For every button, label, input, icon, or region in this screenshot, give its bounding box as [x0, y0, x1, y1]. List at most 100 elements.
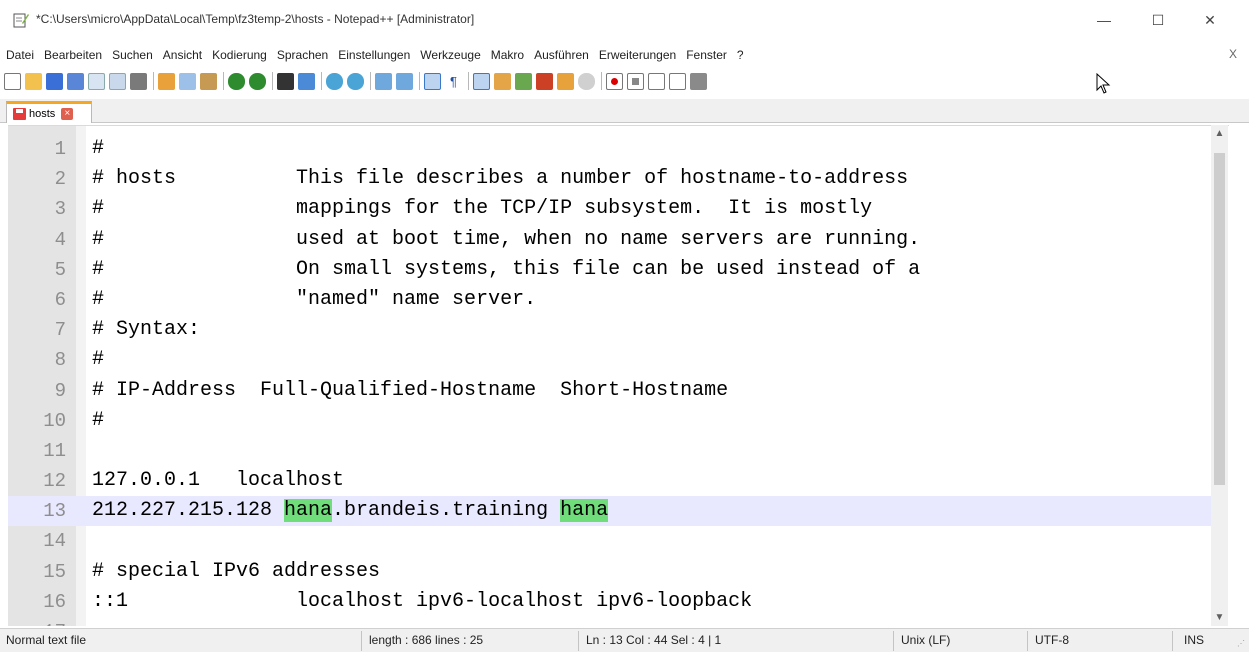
- menu-item-kodierung[interactable]: Kodierung: [212, 48, 267, 62]
- scroll-down-icon[interactable]: ▼: [1211, 609, 1228, 626]
- zoom-out-icon[interactable]: [347, 72, 364, 90]
- text-editor[interactable]: 1 #2 # hosts This file describes a number …: [8, 125, 1229, 626]
- code-line[interactable]: 15 # special IPv6 addresses: [8, 557, 1211, 587]
- current-line[interactable]: 13 212.227.215.128 hana.brandeis.training…: [8, 496, 1211, 527]
- code-line[interactable]: 6 # "named" name server.: [8, 285, 1211, 315]
- text-segment: ::1 localhost ipv6-localhost ipv6-loopba…: [92, 589, 753, 613]
- code-line[interactable]: 3 # mappings for the TCP/IP subsystem. It…: [8, 194, 1211, 224]
- resize-grip-icon[interactable]: ⋰: [1237, 639, 1245, 648]
- line-text: # "named" name server.: [92, 285, 536, 315]
- code-line[interactable]: 9 # IP-Address Full-Qualified-Hostname Sh…: [8, 376, 1211, 406]
- line-text: # used at boot time, when no name server…: [92, 225, 920, 255]
- menu-item-ausfuehren[interactable]: Ausführen: [534, 48, 589, 62]
- code-line[interactable]: 1 #: [8, 134, 1211, 164]
- word-wrap-icon[interactable]: [424, 72, 441, 90]
- line-number: 12: [43, 470, 66, 493]
- close-icon: ✕: [1204, 11, 1216, 28]
- text-segment: 212.227.215.128: [92, 499, 285, 523]
- sync-vertical-icon[interactable]: [375, 72, 392, 90]
- redo-icon[interactable]: [249, 72, 266, 90]
- maximize-button[interactable]: ☐: [1135, 0, 1181, 40]
- text-segment: # "named" name server.: [92, 287, 537, 311]
- status-divider: [893, 631, 894, 651]
- close-window-button[interactable]: ✕: [1187, 0, 1233, 40]
- find-icon[interactable]: [277, 72, 294, 90]
- menu-item-makro[interactable]: Makro: [491, 48, 524, 62]
- folder-workspace-icon[interactable]: [557, 72, 574, 90]
- menu-item-suchen[interactable]: Suchen: [112, 48, 153, 62]
- menu-item-bearbeiten[interactable]: Bearbeiten: [44, 48, 102, 62]
- text-segment: # On small systems, this file can be use…: [92, 257, 921, 281]
- code-line[interactable]: 17: [8, 617, 1211, 626]
- tab-hosts[interactable]: hosts ×: [6, 101, 92, 123]
- save-macro-icon[interactable]: [690, 72, 707, 90]
- record-macro-icon[interactable]: [606, 72, 623, 90]
- code-line[interactable]: 11: [8, 436, 1211, 466]
- close-document-button[interactable]: X: [1229, 47, 1237, 61]
- code-line[interactable]: 8 #: [8, 345, 1211, 375]
- code-line[interactable]: 7 # Syntax:: [8, 315, 1211, 345]
- code-line[interactable]: 16::1 localhost ipv6-localhost ipv6-loop…: [8, 587, 1211, 617]
- open-file-icon[interactable]: [25, 72, 42, 90]
- code-line[interactable]: 5 # On small systems, this file can be us…: [8, 255, 1211, 285]
- sync-horizontal-icon[interactable]: [396, 72, 413, 90]
- print-icon[interactable]: [130, 72, 147, 90]
- menu-item-sprachen[interactable]: Sprachen: [277, 48, 328, 62]
- cut-icon[interactable]: [158, 72, 175, 90]
- toolbar-separator: [419, 72, 420, 90]
- toolbar-separator: [223, 72, 224, 90]
- text-segment: # hosts This file describes a number of …: [92, 167, 909, 191]
- scroll-up-icon[interactable]: ▲: [1211, 125, 1228, 142]
- status-divider: [1027, 631, 1028, 651]
- minimize-button[interactable]: —: [1081, 0, 1127, 40]
- copy-icon[interactable]: [179, 72, 196, 90]
- save-all-icon[interactable]: [67, 72, 84, 90]
- run-multiple-macro-icon[interactable]: [669, 72, 686, 90]
- vertical-scrollbar[interactable]: ▲ ▼: [1211, 125, 1228, 626]
- status-encoding[interactable]: UTF-8: [1035, 633, 1069, 647]
- stop-record-icon[interactable]: [627, 72, 644, 90]
- code-line[interactable]: 12 127.0.0.1 localhost: [8, 466, 1211, 496]
- window-title: *C:\Users\micro\AppData\Local\Temp\fz3te…: [36, 12, 475, 26]
- replace-icon[interactable]: [298, 72, 315, 90]
- close-icon[interactable]: [88, 72, 105, 90]
- status-eol[interactable]: Unix (LF): [901, 633, 950, 647]
- close-all-icon[interactable]: [109, 72, 126, 90]
- line-number: 7: [54, 319, 66, 342]
- function-list-icon[interactable]: [536, 72, 553, 90]
- tab-bar: hosts ×: [0, 99, 1249, 123]
- menu-item-help[interactable]: ?: [737, 48, 744, 62]
- code-line[interactable]: 2 # hosts This file describes a number of…: [8, 164, 1211, 194]
- tab-close-icon[interactable]: ×: [61, 107, 74, 120]
- zoom-in-icon[interactable]: [326, 72, 343, 90]
- new-file-icon[interactable]: [4, 72, 21, 90]
- status-insert-mode[interactable]: INS: [1184, 633, 1204, 647]
- text-segment: #: [92, 348, 105, 372]
- line-text: # IP-Address Full-Qualified-Hostname Sho…: [92, 376, 728, 406]
- menu-item-einstellungen[interactable]: Einstellungen: [338, 48, 410, 62]
- menu-item-ansicht[interactable]: Ansicht: [163, 48, 202, 62]
- menu-item-datei[interactable]: Datei: [6, 48, 34, 62]
- save-icon[interactable]: [46, 72, 63, 90]
- menu-item-werkzeuge[interactable]: Werkzeuge: [420, 48, 480, 62]
- status-file-type: Normal text file: [6, 633, 87, 647]
- scrollbar-thumb[interactable]: [1214, 153, 1225, 485]
- show-all-chars-icon[interactable]: ¶: [445, 72, 462, 90]
- line-number: 5: [54, 258, 66, 281]
- doc-map-icon[interactable]: [515, 72, 532, 90]
- code-line[interactable]: 10 #: [8, 406, 1211, 436]
- play-macro-icon[interactable]: [648, 72, 665, 90]
- line-text: # special IPv6 addresses: [92, 557, 380, 587]
- code-line[interactable]: 4 # used at boot time, when no name serve…: [8, 225, 1211, 255]
- paste-icon[interactable]: [200, 72, 217, 90]
- monitoring-icon[interactable]: [578, 72, 595, 90]
- text-segment: .brandeis.training: [332, 499, 561, 523]
- indent-guide-icon[interactable]: [473, 72, 490, 90]
- undo-icon[interactable]: [228, 72, 245, 90]
- menu-item-fenster[interactable]: Fenster: [686, 48, 727, 62]
- menu-item-erweiterungen[interactable]: Erweiterungen: [599, 48, 676, 62]
- line-text: # mappings for the TCP/IP subsystem. It …: [92, 194, 872, 224]
- code-line[interactable]: 14: [8, 526, 1211, 556]
- udl-icon[interactable]: [494, 72, 511, 90]
- search-highlight: hana: [284, 499, 333, 523]
